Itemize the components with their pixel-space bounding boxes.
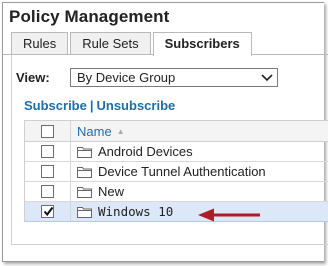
folder-icon <box>77 186 92 198</box>
row-label: New <box>98 184 125 199</box>
page-title: Policy Management <box>9 7 170 26</box>
table-row-selected[interactable]: Windows 10 <box>25 202 328 222</box>
row-name-cell: New <box>71 184 328 199</box>
row-checkbox-cell <box>25 182 71 201</box>
folder-icon <box>77 166 92 178</box>
tab-rules[interactable]: Rules <box>11 32 69 55</box>
table-header: Name ▲ <box>25 121 328 142</box>
row-checkbox-cell <box>25 202 71 221</box>
device-group-table: Name ▲ Android Devices Device Tunnel Aut… <box>24 120 328 222</box>
table-row[interactable]: New <box>25 182 328 202</box>
row-label: Windows 10 <box>98 204 174 219</box>
view-row: View: By Device Group <box>16 67 278 87</box>
row-checkbox-cell <box>25 162 71 181</box>
folder-icon <box>77 146 92 158</box>
select-all-cell <box>25 121 71 141</box>
select-all-checkbox[interactable] <box>41 124 54 138</box>
chevron-down-icon <box>261 73 273 81</box>
row-checkbox[interactable] <box>41 145 54 158</box>
row-name-cell: Android Devices <box>71 144 328 159</box>
unsubscribe-link[interactable]: Unsubscribe <box>97 98 176 113</box>
name-column-header[interactable]: Name ▲ <box>71 124 328 139</box>
table-row[interactable]: Android Devices <box>25 142 328 162</box>
row-checkbox[interactable] <box>41 185 54 198</box>
view-select[interactable]: By Device Group <box>70 67 278 87</box>
row-checkbox-checked[interactable] <box>41 205 54 218</box>
tab-rule-sets[interactable]: Rule Sets <box>70 32 151 55</box>
name-column-label[interactable]: Name <box>77 124 112 139</box>
tab-subscribers[interactable]: Subscribers <box>152 32 252 56</box>
tab-bar: Rules Rule Sets Subscribers <box>11 32 254 56</box>
sort-ascending-icon: ▲ <box>116 126 125 136</box>
folder-icon <box>77 206 92 218</box>
subscription-actions: Subscribe | Unsubscribe <box>24 98 175 113</box>
subscribe-link[interactable]: Subscribe <box>24 98 87 113</box>
checkmark-icon <box>43 206 54 217</box>
view-select-value: By Device Group <box>77 69 176 85</box>
action-separator: | <box>89 98 94 113</box>
row-name-cell: Device Tunnel Authentication <box>71 164 328 179</box>
row-label: Android Devices <box>98 144 193 159</box>
row-label: Device Tunnel Authentication <box>98 164 266 179</box>
callout-arrow-icon <box>198 208 260 222</box>
view-label: View: <box>16 69 50 85</box>
table-row[interactable]: Device Tunnel Authentication <box>25 162 328 182</box>
row-checkbox-cell <box>25 142 71 161</box>
row-checkbox[interactable] <box>41 165 54 178</box>
